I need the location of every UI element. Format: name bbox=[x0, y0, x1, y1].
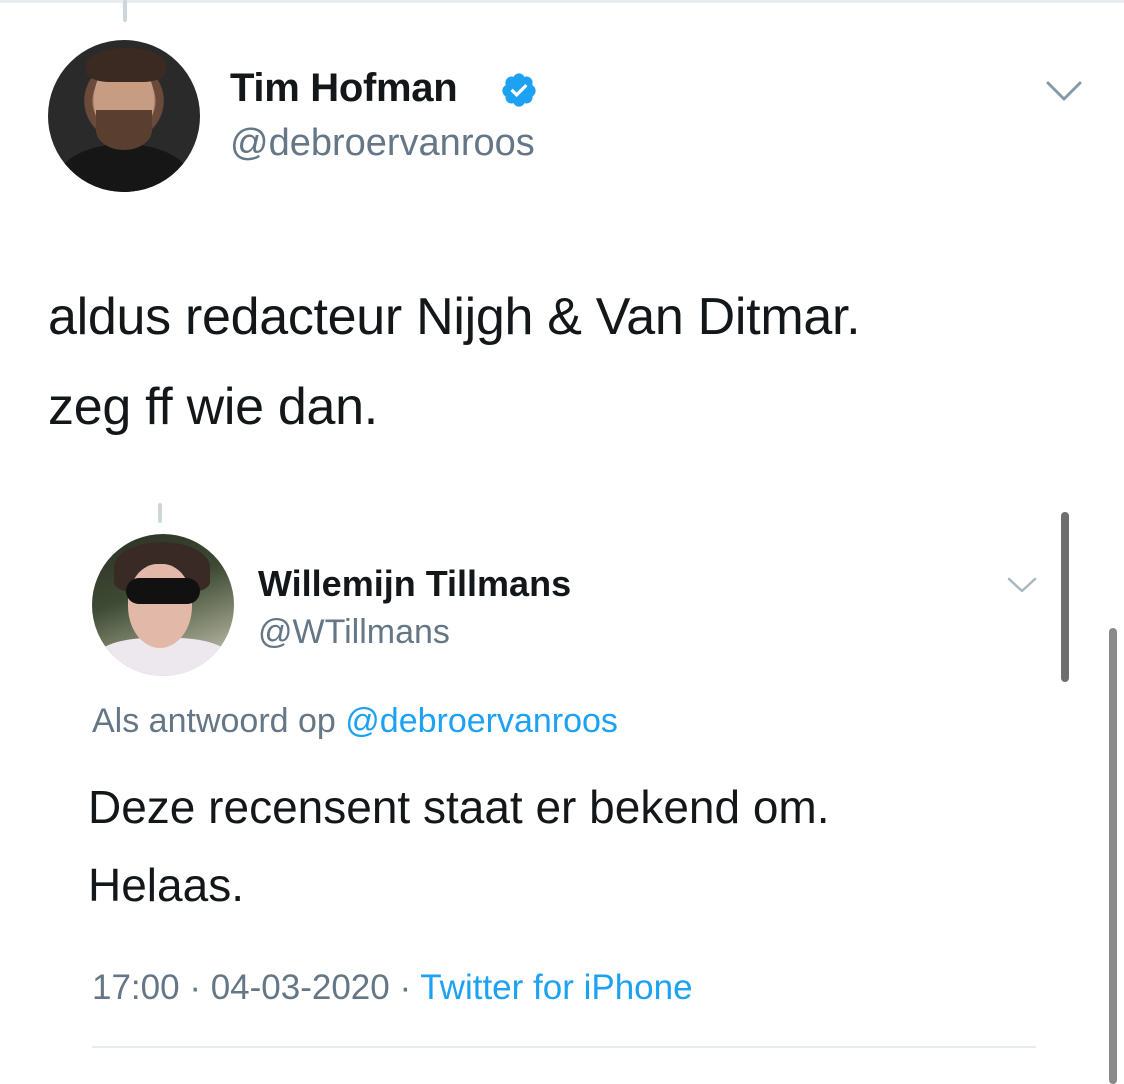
thread-connector-line bbox=[123, 0, 127, 22]
verified-badge-icon bbox=[502, 73, 536, 107]
tweet-date[interactable]: 04-03-2020 bbox=[211, 968, 390, 1007]
avatar-face bbox=[128, 564, 192, 648]
tweet-source-link[interactable]: Twitter for iPhone bbox=[420, 968, 692, 1007]
thread-connector-line bbox=[158, 503, 162, 523]
top-divider bbox=[0, 0, 1124, 3]
avatar-beard bbox=[96, 110, 152, 150]
tweet-metadata: 17:00 · 04-03-2020 · Twitter for iPhone bbox=[92, 968, 693, 1008]
chevron-down-icon[interactable] bbox=[1005, 574, 1039, 596]
reply-prefix: Als antwoord op bbox=[92, 702, 346, 740]
tweet-text-line: aldus redacteur Nijgh & Van Ditmar. bbox=[48, 288, 861, 346]
avatar-hair bbox=[86, 48, 166, 82]
author-name[interactable]: Tim Hofman bbox=[230, 66, 458, 111]
avatar[interactable] bbox=[92, 534, 234, 676]
tweet-text-line: zeg ff wie dan. bbox=[48, 378, 378, 436]
tweet-time[interactable]: 17:00 bbox=[92, 968, 180, 1007]
reply-mention-link[interactable]: @debroervanroos bbox=[345, 702, 618, 740]
author-handle[interactable]: @debroervanroos bbox=[230, 122, 535, 165]
scrollbar-thumb[interactable] bbox=[1109, 628, 1117, 1084]
tweet-text: Deze recensent staat er bekend om. Helaa… bbox=[88, 768, 1048, 924]
scrollbar-thumb[interactable] bbox=[1061, 512, 1069, 682]
avatar-sunglasses bbox=[126, 578, 200, 604]
divider bbox=[92, 1046, 1036, 1048]
meta-separator: · bbox=[389, 968, 421, 1007]
chevron-down-icon[interactable] bbox=[1044, 78, 1084, 104]
author-name[interactable]: Willemijn Tillmans bbox=[258, 563, 571, 605]
tweet-text: aldus redacteur Nijgh & Van Ditmar. zeg … bbox=[48, 272, 1088, 452]
avatar[interactable] bbox=[48, 40, 200, 192]
author-handle[interactable]: @WTillmans bbox=[258, 613, 450, 652]
avatar-hoodie bbox=[58, 144, 190, 192]
tweet-text-line: Deze recensent staat er bekend om. bbox=[88, 781, 830, 833]
reply-context: Als antwoord op @debroervanroos bbox=[92, 702, 618, 741]
tweet-text-line: Helaas. bbox=[88, 859, 244, 911]
meta-separator: · bbox=[179, 968, 211, 1007]
